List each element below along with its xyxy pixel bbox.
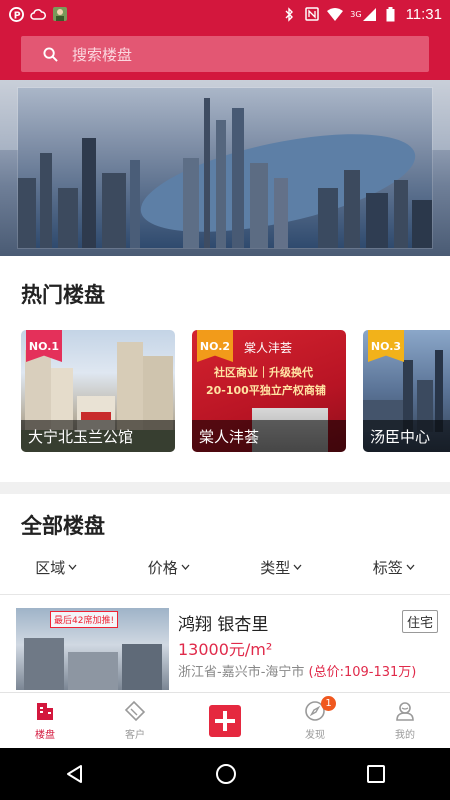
banner-building: [58, 188, 78, 248]
tab-label: 客户: [125, 730, 145, 741]
filter-region[interactable]: 区域: [0, 552, 113, 582]
bluetooth-icon: [281, 6, 297, 22]
filter-divider: [0, 594, 450, 595]
listing-image-banner: 最后42席加推!: [50, 611, 119, 628]
ad-headline-text: 社区商业｜升级换代: [214, 366, 313, 379]
filter-type[interactable]: 类型: [225, 552, 338, 582]
app-notification-icon: P: [8, 6, 24, 22]
battery-icon: [383, 6, 399, 22]
tab-add[interactable]: [180, 693, 270, 748]
tab-clients[interactable]: 客户: [90, 693, 180, 748]
chevron-down-icon: [68, 564, 77, 570]
banner-building: [344, 170, 360, 248]
search-input[interactable]: 搜索楼盘: [21, 36, 429, 72]
hot-card-name: 棠人沣荟: [192, 420, 346, 452]
listing-total-price: (总价:109-131万): [308, 665, 417, 680]
banner-building: [412, 200, 432, 248]
filter-price[interactable]: 价格: [113, 552, 226, 582]
filter-label: 类型: [260, 558, 291, 577]
banner-building: [18, 178, 36, 248]
banner-building: [250, 163, 268, 248]
banner-building: [183, 158, 199, 248]
listing-type-tag: 住宅: [401, 610, 438, 633]
ad-subline-text: 20-100平独立产权商铺: [206, 384, 326, 397]
listing-name: 鸿翔 银杏里: [178, 615, 269, 635]
status-left: P: [8, 6, 68, 22]
section-divider: [0, 482, 450, 494]
handshake-icon: [124, 700, 146, 722]
status-right: 3G 11:31: [281, 6, 442, 23]
listing-price: 13000元/m²: [178, 640, 273, 659]
tab-buildings[interactable]: 楼盘: [0, 693, 90, 748]
status-bar: P 3G 11:31: [0, 0, 450, 28]
signal-icon: 3G: [350, 6, 376, 22]
hot-card-name: 大宁北玉兰公馆: [21, 420, 175, 452]
nfc-icon: [304, 6, 320, 22]
hot-section-title: 热门楼盘: [21, 283, 105, 307]
banner-tower: [204, 98, 210, 248]
banner-tower: [232, 108, 244, 248]
tab-discover[interactable]: 1 发现: [270, 693, 360, 748]
clock: 11:31: [405, 5, 442, 23]
banner-image: [18, 88, 432, 248]
tab-bar: 楼盘 客户 1 发现 我的: [0, 692, 450, 748]
listing-image-building: [122, 644, 162, 690]
listing-image-building: [24, 638, 64, 690]
avatar-notification-icon: [52, 6, 68, 22]
network-type: 3G: [350, 9, 362, 19]
building-icon: [37, 703, 53, 720]
header: 搜索楼盘: [0, 28, 450, 80]
banner-tower: [216, 120, 226, 248]
svg-text:P: P: [13, 10, 20, 21]
banner-carousel[interactable]: [0, 80, 450, 256]
banner-building: [130, 160, 140, 248]
ad-brand-text: 棠人沣荟: [244, 341, 293, 355]
weather-cloud-icon: [30, 6, 46, 22]
listing-image-building: [68, 652, 118, 690]
recents-icon[interactable]: [367, 765, 385, 783]
home-icon[interactable]: [215, 763, 237, 785]
notification-badge: 1: [321, 696, 336, 711]
tab-label: 发现: [305, 730, 325, 741]
back-icon[interactable]: [65, 764, 85, 784]
chevron-down-icon: [406, 564, 415, 570]
hot-card-1[interactable]: NO.1 大宁北玉兰公馆: [21, 330, 175, 452]
filter-label: 价格: [147, 558, 178, 577]
listing-location-row: 浙江省-嘉兴市-海宁市 (总价:109-131万): [178, 661, 416, 680]
filter-bar: 区域 价格 类型 标签: [0, 552, 450, 582]
banner-building: [82, 138, 96, 248]
banner-building: [102, 173, 126, 248]
add-plus-icon: [209, 704, 241, 737]
tab-profile[interactable]: 我的: [360, 693, 450, 748]
hot-card-3[interactable]: NO.3 汤臣中心: [363, 330, 450, 452]
system-nav-bar: [0, 748, 450, 800]
listing-location: 浙江省-嘉兴市-海宁市: [178, 665, 305, 680]
banner-building: [274, 178, 288, 248]
listing-item[interactable]: 最后42席加推! 鸿翔 银杏里 住宅 13000元/m² 浙江省-嘉兴市-海宁市…: [0, 608, 450, 690]
banner-building: [318, 188, 338, 248]
banner-building: [394, 180, 408, 248]
listing-image: 最后42席加推!: [16, 608, 169, 690]
tab-label: 楼盘: [35, 730, 55, 741]
filter-label: 标签: [372, 558, 403, 577]
filter-label: 区域: [35, 558, 66, 577]
chevron-down-icon: [293, 564, 302, 570]
hot-card-2[interactable]: 棠人沣荟 社区商业｜升级换代 20-100平独立产权商铺 NO.2 棠人沣荟: [192, 330, 346, 452]
wifi-icon: [327, 6, 344, 22]
chevron-down-icon: [181, 564, 190, 570]
hot-list[interactable]: NO.1 大宁北玉兰公馆 棠人沣荟 社区商业｜升级换代 20-100平独立产权商…: [21, 330, 450, 452]
tab-label: 我的: [395, 730, 415, 741]
filter-tag[interactable]: 标签: [338, 552, 450, 582]
all-section-title: 全部楼盘: [21, 514, 105, 538]
hot-card-name: 汤臣中心: [363, 420, 450, 452]
user-icon: [396, 702, 414, 721]
search-icon: [43, 46, 58, 62]
search-placeholder: 搜索楼盘: [72, 45, 133, 64]
banner-building: [40, 153, 52, 248]
banner-building: [366, 193, 388, 248]
